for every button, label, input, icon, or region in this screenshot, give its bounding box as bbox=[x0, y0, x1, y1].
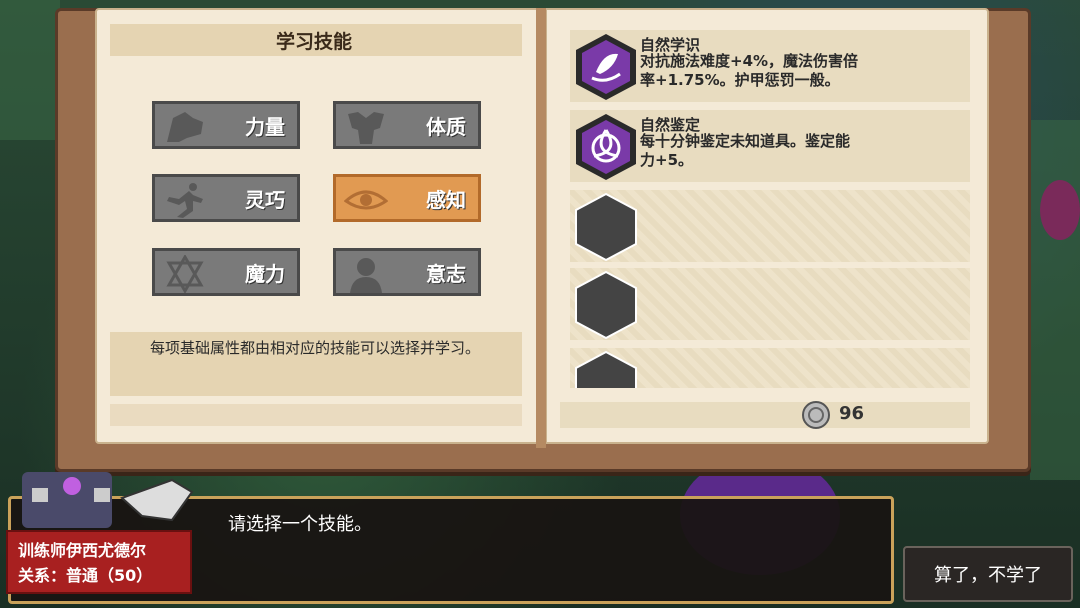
attr-button-magic[interactable]: 魔力 bbox=[152, 248, 300, 296]
body-torso-icon bbox=[348, 112, 384, 144]
attr-button-constitution[interactable]: 体质 bbox=[333, 101, 481, 149]
triquetra-icon bbox=[576, 114, 636, 180]
skill-description: 对抗施法难度+4%，魔法伤害倍 率+1.75%。护甲惩罚一般。 bbox=[640, 52, 859, 89]
skill-description: 每十分钟鉴定未知道具。鉴定能 力+5。 bbox=[640, 132, 851, 169]
silver-coin-icon bbox=[802, 401, 830, 429]
book-spine bbox=[536, 8, 546, 448]
empty-skill-slot bbox=[570, 190, 970, 262]
skill-row[interactable]: 自然学识 对抗施法难度+4%，魔法伤害倍 率+1.75%。护甲惩罚一般。 bbox=[570, 30, 970, 102]
muscle-arm-icon bbox=[167, 112, 203, 142]
attr-button-agility[interactable]: 灵巧 bbox=[152, 174, 300, 222]
skill-row[interactable]: 自然鉴定 每十分钟鉴定未知道具。鉴定能 力+5。 bbox=[570, 110, 970, 182]
npc-name: 训练师伊西尤德尔 bbox=[18, 541, 147, 560]
currency-bar bbox=[560, 402, 970, 428]
attr-label: 灵巧 bbox=[245, 187, 285, 212]
cancel-button[interactable]: 算了，不学了 bbox=[903, 546, 1073, 602]
attr-button-strength[interactable]: 力量 bbox=[152, 101, 300, 149]
empty-hex-slot-icon bbox=[575, 192, 637, 262]
attr-button-perception[interactable]: 感知 bbox=[333, 174, 481, 222]
panel-title-bar: 学习技能 bbox=[110, 24, 522, 56]
dialog-text: 请选择一个技能。 bbox=[228, 514, 372, 535]
attr-button-willpower[interactable]: 意志 bbox=[333, 248, 481, 296]
running-figure-icon bbox=[167, 183, 203, 218]
npc-relation: 关系：普通（50） bbox=[18, 566, 153, 585]
leaf-wind-icon bbox=[576, 34, 636, 100]
currency-value: 96 bbox=[839, 403, 865, 424]
attr-label: 意志 bbox=[426, 261, 466, 286]
left-page-footer bbox=[110, 404, 522, 426]
attr-label: 体质 bbox=[426, 114, 466, 139]
panel-title: 学习技能 bbox=[276, 30, 353, 53]
empty-hex-slot-icon bbox=[575, 350, 637, 388]
attr-label: 魔力 bbox=[245, 261, 285, 286]
empty-hex-slot-icon bbox=[575, 270, 637, 340]
attr-label: 力量 bbox=[245, 114, 285, 139]
empty-skill-slot bbox=[570, 268, 970, 340]
empty-skill-slot bbox=[570, 348, 970, 388]
npc-portrait bbox=[22, 472, 194, 528]
panel-description: 每项基础属性都由相对应的技能可以选择并学习。 bbox=[110, 332, 522, 396]
head-silhouette-icon bbox=[350, 258, 382, 293]
attr-label: 感知 bbox=[426, 187, 466, 212]
hexagram-star-icon bbox=[166, 255, 204, 293]
eye-icon bbox=[344, 190, 388, 210]
